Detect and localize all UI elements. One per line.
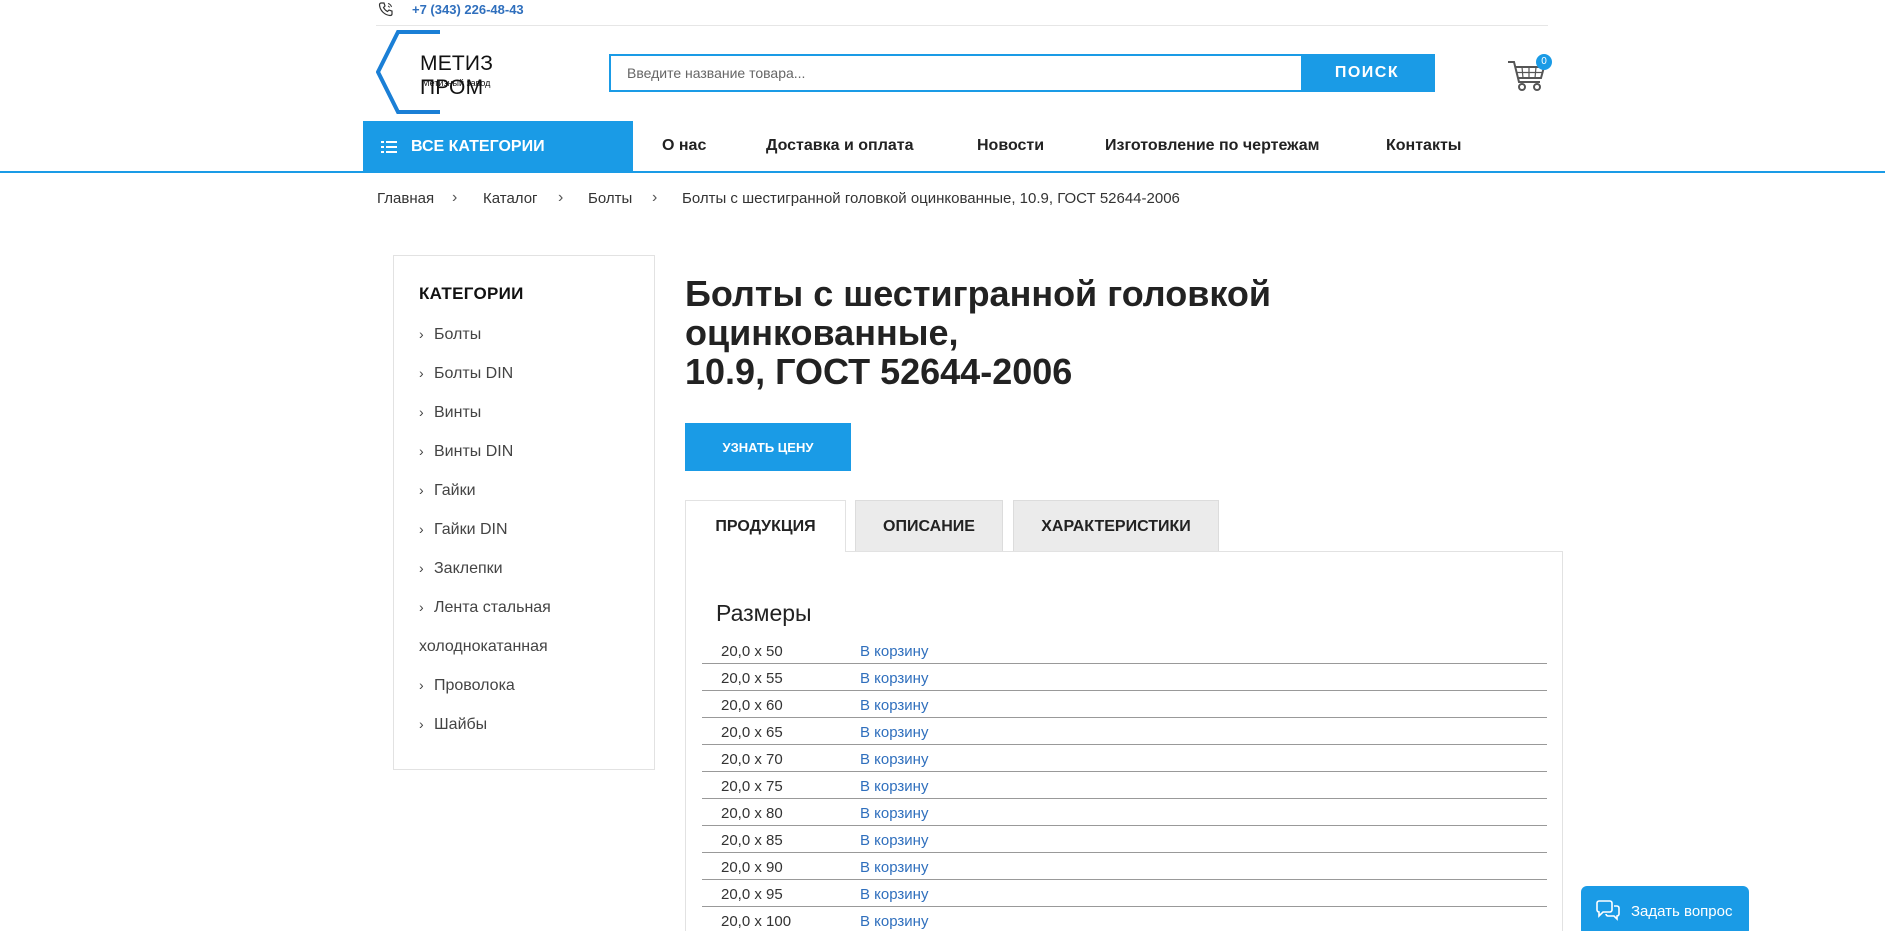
table-row: 20,0 x 100 В корзину xyxy=(702,907,1547,931)
size-value: 20,0 x 75 xyxy=(721,778,783,795)
chevron-right-icon: › xyxy=(419,443,424,459)
size-value: 20,0 x 80 xyxy=(721,805,783,822)
chevron-right-icon: › xyxy=(419,521,424,537)
page-title: Болты с шестигранной головкой оцинкованн… xyxy=(685,273,1271,392)
breadcrumb-separator: › xyxy=(558,189,564,206)
chevron-right-icon: › xyxy=(419,716,424,732)
table-row: 20,0 x 70 В корзину xyxy=(702,745,1547,772)
nav-item-news[interactable]: Новости xyxy=(977,137,1044,155)
all-categories-label: ВСЕ КАТЕГОРИИ xyxy=(411,137,545,155)
size-value: 20,0 x 90 xyxy=(721,859,783,876)
add-to-cart-link[interactable]: В корзину xyxy=(860,886,928,903)
sidebar-item-steel-strip[interactable]: › Лента стальная xyxy=(419,599,551,617)
breadcrumb-home[interactable]: Главная xyxy=(377,190,434,207)
table-row: 20,0 x 65 В корзину xyxy=(702,718,1547,745)
nav-item-delivery[interactable]: Доставка и оплата xyxy=(766,137,914,155)
phone-icon xyxy=(378,2,393,17)
chat-icon xyxy=(1596,900,1620,921)
size-value: 20,0 x 70 xyxy=(721,751,783,768)
add-to-cart-link[interactable]: В корзину xyxy=(860,670,928,687)
sidebar-item-rivets[interactable]: › Заклепки xyxy=(419,560,503,578)
tab-description[interactable]: ОПИСАНИЕ xyxy=(855,500,1003,552)
phone-link[interactable]: +7 (343) 226-48-43 xyxy=(412,2,524,17)
table-row: 20,0 x 75 В корзину xyxy=(702,772,1547,799)
ask-question-button[interactable]: Задать вопрос xyxy=(1581,886,1749,931)
size-value: 20,0 x 55 xyxy=(721,670,783,687)
breadcrumb-catalog[interactable]: Каталог xyxy=(483,190,538,207)
sidebar-item-screws[interactable]: › Винты xyxy=(419,404,481,422)
chevron-right-icon: › xyxy=(419,599,424,615)
nav-item-contacts[interactable]: Контакты xyxy=(1386,137,1461,155)
table-row: 20,0 x 55 В корзину xyxy=(702,664,1547,691)
all-categories-button[interactable]: ВСЕ КАТЕГОРИИ xyxy=(363,121,633,172)
table-row: 20,0 x 85 В корзину xyxy=(702,826,1547,853)
chevron-right-icon: › xyxy=(419,365,424,381)
size-value: 20,0 x 85 xyxy=(721,832,783,849)
sidebar-item-bolts-din[interactable]: › Болты DIN xyxy=(419,365,513,383)
ask-question-label: Задать вопрос xyxy=(1631,902,1733,920)
add-to-cart-link[interactable]: В корзину xyxy=(860,643,928,660)
logo[interactable]: МЕТИЗ ПРОМ Метизный завод xyxy=(376,30,556,114)
table-row: 20,0 x 90 В корзину xyxy=(702,853,1547,880)
sidebar-title: КАТЕГОРИИ xyxy=(419,284,524,303)
add-to-cart-link[interactable]: В корзину xyxy=(860,859,928,876)
chevron-right-icon: › xyxy=(419,560,424,576)
add-to-cart-link[interactable]: В корзину xyxy=(860,724,928,741)
nav-item-manufacturing[interactable]: Изготовление по чертежам xyxy=(1105,137,1319,155)
add-to-cart-link[interactable]: В корзину xyxy=(860,805,928,822)
nav-divider xyxy=(0,171,1885,173)
table-row: 20,0 x 60 В корзину xyxy=(702,691,1547,718)
search-input[interactable] xyxy=(611,56,1301,90)
sidebar-item-bolts[interactable]: › Болты xyxy=(419,326,481,344)
sidebar-item-washers[interactable]: › Шайбы xyxy=(419,716,487,734)
breadcrumb-separator: › xyxy=(652,189,658,206)
size-value: 20,0 x 100 xyxy=(721,913,792,930)
sidebar-item-wire[interactable]: › Проволока xyxy=(419,677,515,695)
sidebar-item-nuts[interactable]: › Гайки xyxy=(419,482,476,500)
breadcrumb-separator: › xyxy=(452,189,458,206)
add-to-cart-link[interactable]: В корзину xyxy=(860,751,928,768)
logo-name: МЕТИЗ ПРОМ xyxy=(420,52,494,99)
size-value: 20,0 x 60 xyxy=(721,697,783,714)
sidebar-item-nuts-din[interactable]: › Гайки DIN xyxy=(419,521,508,539)
chevron-right-icon: › xyxy=(419,404,424,420)
search-bar: ПОИСК xyxy=(609,54,1435,92)
breadcrumb-current: Болты с шестигранной головкой оцинкованн… xyxy=(682,190,1180,207)
search-button[interactable]: ПОИСК xyxy=(1301,56,1433,90)
size-value: 20,0 x 65 xyxy=(721,724,783,741)
get-price-button[interactable]: УЗНАТЬ ЦЕНУ xyxy=(685,423,851,471)
chevron-right-icon: › xyxy=(419,482,424,498)
cart-count-badge: 0 xyxy=(1536,54,1552,70)
categories-sidebar: КАТЕГОРИИ › Болты › Болты DIN › Винты › Винт… xyxy=(393,255,655,770)
chevron-right-icon: › xyxy=(419,677,424,693)
tab-products[interactable]: ПРОДУКЦИЯ xyxy=(685,500,846,552)
size-value: 20,0 x 95 xyxy=(721,886,783,903)
breadcrumb-bolts[interactable]: Болты xyxy=(588,190,632,207)
nav-item-about[interactable]: О нас xyxy=(662,137,706,155)
cart-button[interactable]: 0 xyxy=(1506,54,1552,94)
add-to-cart-link[interactable]: В корзину xyxy=(860,913,928,930)
tab-characteristics[interactable]: ХАРАКТЕРИСТИКИ xyxy=(1013,500,1219,552)
add-to-cart-link[interactable]: В корзину xyxy=(860,697,928,714)
sizes-title: Размеры xyxy=(716,600,812,626)
logo-subtitle: Метизный завод xyxy=(422,78,491,88)
sidebar-item-steel-strip-wrap[interactable]: холоднокатанная xyxy=(419,638,548,656)
table-row: 20,0 x 95 В корзину xyxy=(702,880,1547,907)
size-value: 20,0 x 50 xyxy=(721,643,783,660)
list-icon xyxy=(381,140,397,153)
add-to-cart-link[interactable]: В корзину xyxy=(860,778,928,795)
sidebar-item-screws-din[interactable]: › Винты DIN xyxy=(419,443,513,461)
table-row: 20,0 x 80 В корзину xyxy=(702,799,1547,826)
table-row: 20,0 x 50 В корзину xyxy=(702,637,1547,664)
chevron-right-icon: › xyxy=(419,326,424,342)
add-to-cart-link[interactable]: В корзину xyxy=(860,832,928,849)
top-bar: +7 (343) 226-48-43 xyxy=(376,0,1548,26)
